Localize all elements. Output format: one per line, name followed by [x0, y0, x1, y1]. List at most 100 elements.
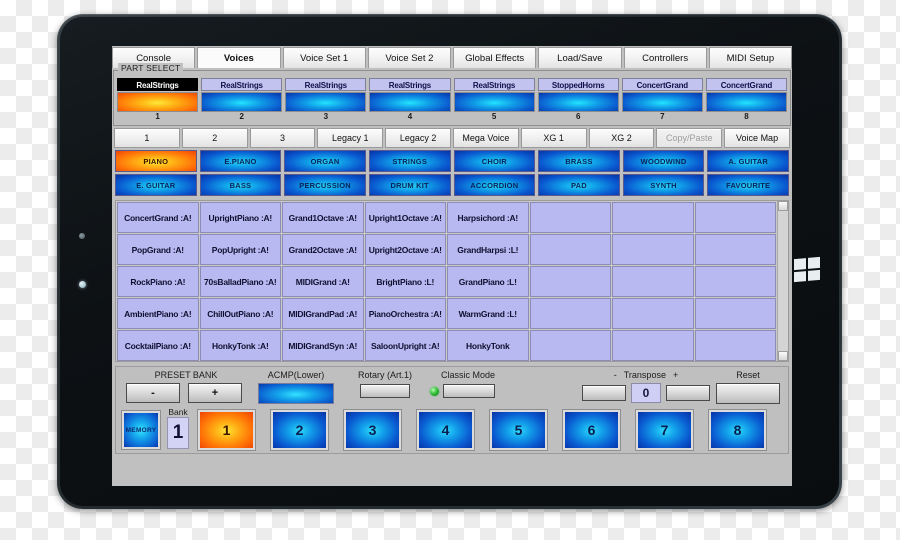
- voice-cell-empty[interactable]: [612, 202, 694, 233]
- tab-global-effects[interactable]: Global Effects: [453, 47, 537, 68]
- part-indicator-lamp[interactable]: [621, 92, 703, 112]
- preset-bank-plus-button[interactable]: +: [188, 383, 242, 403]
- windows-logo-icon[interactable]: [794, 256, 820, 283]
- category-pad[interactable]: PAD: [538, 174, 620, 196]
- voice-cell[interactable]: HonkyTonk: [447, 330, 529, 361]
- voice-cell[interactable]: CocktailPiano :A!: [117, 330, 199, 361]
- voice-cell[interactable]: PianoOrchestra :A!: [364, 298, 446, 329]
- category-strings[interactable]: STRINGS: [368, 150, 451, 172]
- voice-cell-empty[interactable]: [529, 202, 611, 233]
- scroll-down-button[interactable]: [778, 351, 788, 361]
- category-woodwind[interactable]: WOODWIND: [622, 150, 705, 172]
- part-indicator-lamp[interactable]: [537, 92, 619, 112]
- tab-midi-setup[interactable]: MIDI Setup: [708, 47, 792, 68]
- voice-cell[interactable]: PopUpright :A!: [199, 234, 281, 265]
- voice-cell[interactable]: BrightPiano :L!: [364, 266, 446, 297]
- voice-cell[interactable]: Grand1Octave :A!: [282, 202, 364, 233]
- category-piano[interactable]: PIANO: [115, 150, 197, 172]
- part-slot-4[interactable]: RealStrings 4: [369, 78, 451, 121]
- part-voice-name[interactable]: RealStrings: [201, 78, 283, 91]
- part-slot-5[interactable]: RealStrings 5: [453, 78, 535, 121]
- part-indicator-lamp[interactable]: [369, 92, 451, 112]
- category-choir[interactable]: CHOIR: [453, 150, 536, 172]
- voice-cell-empty[interactable]: [694, 266, 776, 297]
- category-e-guitar[interactable]: E. GUITAR: [115, 174, 197, 196]
- category-brass[interactable]: BRASS: [538, 150, 620, 172]
- tab-voice-set-1[interactable]: Voice Set 1: [282, 47, 366, 68]
- voice-cell-empty[interactable]: [612, 330, 694, 361]
- bank-button-xg-2[interactable]: XG 2: [588, 128, 655, 148]
- registration-button-3[interactable]: 3: [343, 409, 402, 451]
- part-indicator-lamp[interactable]: [117, 92, 199, 112]
- voice-cell[interactable]: MIDIGrandPad :A!: [282, 298, 364, 329]
- part-indicator-lamp[interactable]: [453, 92, 535, 112]
- bank-button-voice-map[interactable]: Voice Map: [724, 128, 790, 148]
- part-voice-name[interactable]: RealStrings: [369, 78, 451, 91]
- category-percussion[interactable]: PERCUSSION: [284, 174, 366, 196]
- part-voice-name[interactable]: RealStrings: [453, 78, 535, 91]
- voice-cell[interactable]: UprightPiano :A!: [199, 202, 281, 233]
- voice-cell[interactable]: Upright2Octave :A!: [364, 234, 446, 265]
- part-voice-name[interactable]: RealStrings: [285, 78, 367, 91]
- transpose-value[interactable]: 0: [631, 383, 661, 403]
- reset-button[interactable]: [716, 383, 780, 404]
- category-favourite[interactable]: FAVOURITE: [707, 174, 789, 196]
- voice-cell[interactable]: MIDIGrandSyn :A!: [282, 330, 364, 361]
- category-organ[interactable]: ORGAN: [284, 150, 366, 172]
- registration-button-8[interactable]: 8: [708, 409, 767, 451]
- bank-button-1[interactable]: 1: [114, 128, 180, 148]
- registration-button-2[interactable]: 2: [270, 409, 329, 451]
- part-voice-name[interactable]: ConcertGrand: [621, 78, 703, 91]
- part-voice-name[interactable]: RealStrings: [117, 78, 199, 91]
- transpose-plus-button[interactable]: [666, 385, 710, 401]
- category-bass[interactable]: BASS: [199, 174, 282, 196]
- part-slot-2[interactable]: RealStrings 2: [201, 78, 283, 121]
- voice-cell-empty[interactable]: [529, 266, 611, 297]
- part-slot-6[interactable]: StoppedHorns 6: [537, 78, 619, 121]
- memory-button[interactable]: MEMORY: [121, 410, 161, 450]
- part-voice-name[interactable]: ConcertGrand: [705, 78, 787, 91]
- voice-cell[interactable]: AmbientPiano :A!: [117, 298, 199, 329]
- registration-button-7[interactable]: 7: [635, 409, 694, 451]
- voice-cell[interactable]: GrandPiano :L!: [447, 266, 529, 297]
- category-drum-kit[interactable]: DRUM KIT: [368, 174, 451, 196]
- rotary-button[interactable]: [360, 384, 410, 398]
- voice-cell[interactable]: Harpsichord :A!: [447, 202, 529, 233]
- category-e-piano[interactable]: E.PIANO: [199, 150, 282, 172]
- voice-cell[interactable]: PopGrand :A!: [117, 234, 199, 265]
- part-slot-1[interactable]: RealStrings 1: [117, 78, 199, 121]
- registration-button-5[interactable]: 5: [489, 409, 548, 451]
- transpose-minus-button[interactable]: [582, 385, 626, 401]
- voice-cell[interactable]: ConcertGrand :A!: [117, 202, 199, 233]
- scroll-up-button[interactable]: [778, 201, 788, 211]
- bank-button-2[interactable]: 2: [181, 128, 248, 148]
- voice-cell-empty[interactable]: [529, 330, 611, 361]
- bank-button-3[interactable]: 3: [249, 128, 316, 148]
- part-slot-7[interactable]: ConcertGrand 7: [621, 78, 703, 121]
- part-indicator-lamp[interactable]: [705, 92, 787, 112]
- voice-grid-scrollbar[interactable]: [777, 201, 788, 361]
- voice-cell-empty[interactable]: [529, 298, 611, 329]
- voice-cell[interactable]: HonkyTonk :A!: [199, 330, 281, 361]
- voice-cell[interactable]: MIDIGrand :A!: [282, 266, 364, 297]
- voice-cell[interactable]: Upright1Octave :A!: [364, 202, 446, 233]
- registration-button-6[interactable]: 6: [562, 409, 621, 451]
- category-synth[interactable]: SYNTH: [622, 174, 705, 196]
- part-slot-3[interactable]: RealStrings 3: [285, 78, 367, 121]
- tab-voices[interactable]: Voices: [197, 47, 281, 68]
- bank-value[interactable]: 1: [167, 417, 189, 449]
- part-slot-8[interactable]: ConcertGrand 8: [705, 78, 787, 121]
- voice-cell[interactable]: Grand2Octave :A!: [282, 234, 364, 265]
- category-accordion[interactable]: ACCORDION: [453, 174, 536, 196]
- category-a-guitar[interactable]: A. GUITAR: [707, 150, 789, 172]
- voice-cell[interactable]: SaloonUpright :A!: [364, 330, 446, 361]
- bank-button-mega-voice[interactable]: Mega Voice: [452, 128, 519, 148]
- registration-button-4[interactable]: 4: [416, 409, 475, 451]
- voice-cell-empty[interactable]: [612, 234, 694, 265]
- bank-button-legacy-2[interactable]: Legacy 2: [385, 128, 451, 148]
- bank-button-xg-1[interactable]: XG 1: [520, 128, 587, 148]
- voice-cell-empty[interactable]: [694, 202, 776, 233]
- tab-controllers[interactable]: Controllers: [623, 47, 707, 68]
- part-voice-name[interactable]: StoppedHorns: [537, 78, 619, 91]
- voice-cell-empty[interactable]: [694, 298, 776, 329]
